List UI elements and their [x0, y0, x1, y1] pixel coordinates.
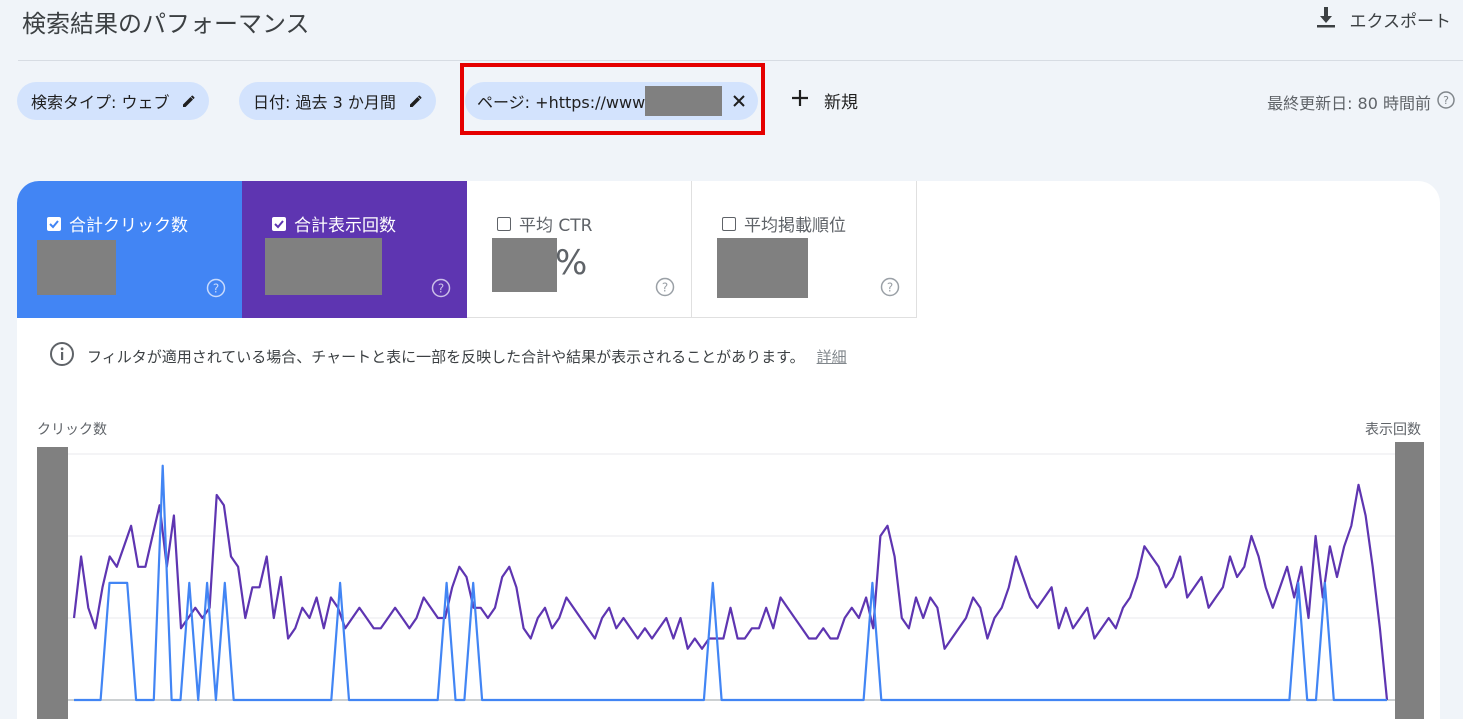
- redacted-left-axis: [37, 447, 68, 719]
- last-updated: 最終更新日: 80 時間前 ?: [1267, 90, 1455, 114]
- redacted-right-axis: [1395, 442, 1424, 719]
- download-icon: [1316, 6, 1336, 33]
- edit-icon[interactable]: [181, 93, 197, 109]
- export-button[interactable]: エクスポート: [1316, 6, 1452, 33]
- header-divider: [18, 60, 1463, 61]
- last-updated-text: 最終更新日: 80 時間前: [1267, 94, 1431, 113]
- export-label: エクスポート: [1349, 12, 1452, 32]
- edit-icon[interactable]: [408, 93, 424, 109]
- filter-chip-search-type[interactable]: 検索タイプ: ウェブ: [17, 82, 210, 120]
- plus-icon: [790, 88, 810, 113]
- chip-label: 検索タイプ: ウェブ: [31, 93, 170, 112]
- add-filter-button[interactable]: 新規: [790, 88, 858, 113]
- page-title: 検索結果のパフォーマンス: [22, 10, 310, 38]
- series-line-clicks: [74, 464, 1387, 702]
- filter-chip-date[interactable]: 日付: 過去 3 か月間: [239, 82, 436, 120]
- performance-card: 合計クリック数 ? 合計表示回数 ? 平均 CTR % ? 平均掲載順位 ? フ…: [17, 181, 1440, 719]
- highlight-box: [460, 63, 765, 135]
- chip-label: 日付: 過去 3 か月間: [253, 93, 396, 112]
- series-line-impressions: [72, 483, 1389, 701]
- svg-text:?: ?: [1443, 94, 1449, 107]
- add-filter-label: 新規: [824, 93, 858, 113]
- help-icon[interactable]: ?: [1437, 91, 1455, 113]
- performance-chart: [68, 453, 1395, 702]
